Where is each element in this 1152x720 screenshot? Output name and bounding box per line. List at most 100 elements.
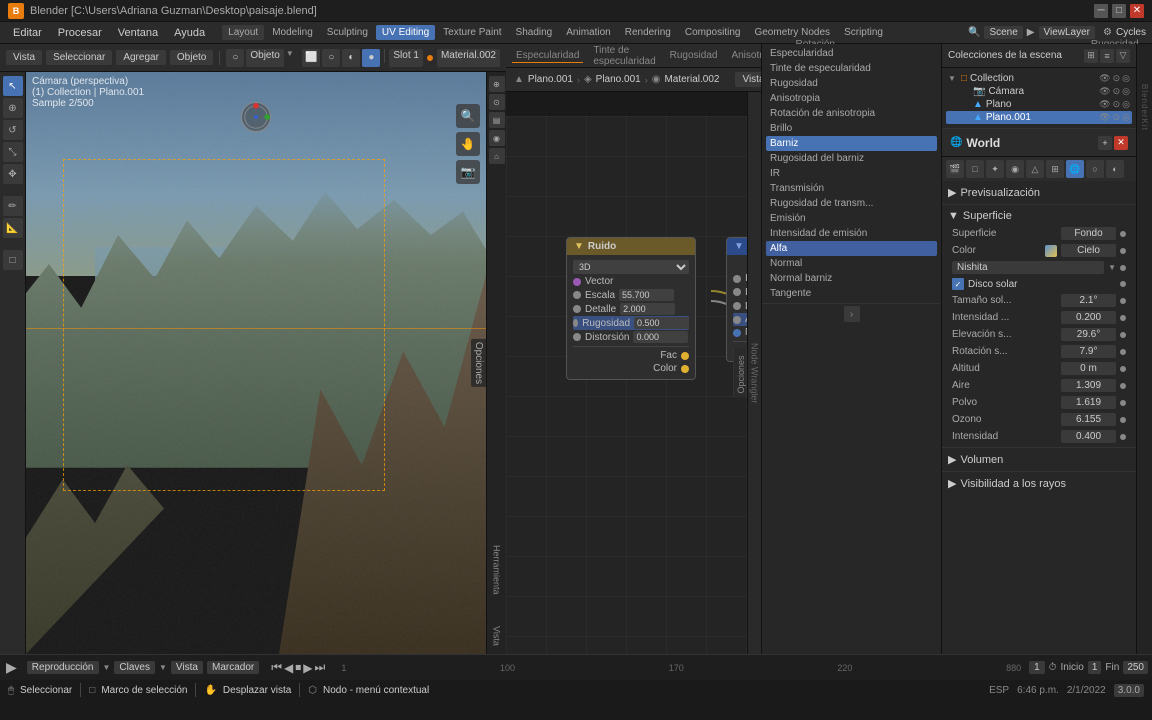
rt-tool-1[interactable]: ⊕ — [489, 76, 505, 92]
plano-vis-cursor[interactable]: ⊙ — [1113, 99, 1121, 110]
tool-add[interactable]: □ — [3, 250, 23, 270]
bc-mesh-icon[interactable]: ▲ — [514, 74, 524, 85]
tl-claves[interactable]: Claves — [114, 661, 155, 674]
menu-editar[interactable]: Editar — [6, 25, 49, 41]
mp-barniz-list-active[interactable]: Barniz — [766, 136, 937, 151]
tl-current-frame[interactable]: 1 — [1029, 661, 1045, 674]
mat-scroll-btn[interactable]: › — [844, 306, 860, 322]
plano-vis-render[interactable]: ◎ — [1122, 99, 1130, 110]
intensidad-dot[interactable] — [1120, 315, 1126, 321]
wn-renderlayer[interactable]: □ — [966, 160, 984, 178]
plano001-vis-cursor[interactable]: ⊙ — [1113, 112, 1121, 123]
tool-move[interactable]: ⊕ — [3, 98, 23, 118]
tamano-sol-dot[interactable] — [1120, 298, 1126, 304]
mp-alfa-list[interactable]: Alfa — [766, 241, 937, 256]
tab-sculpting[interactable]: Sculpting — [321, 25, 374, 40]
volumen-header[interactable]: ▶ Volumen — [948, 450, 1130, 469]
mp-especularidad[interactable]: Especularidad — [512, 49, 583, 63]
tl-start-value[interactable]: 1 — [1088, 661, 1102, 674]
ozono-value[interactable]: 6.155 — [1061, 413, 1116, 426]
options-panel-toggle[interactable]: Opciones — [471, 339, 486, 387]
color-dot[interactable] — [1120, 248, 1126, 254]
relieve-distancia-socket[interactable] — [733, 302, 741, 310]
superficie-prop-value[interactable]: Fondo — [1061, 227, 1116, 240]
zoom-out-button[interactable]: 🤚 — [456, 132, 480, 156]
wn-physics[interactable]: △ — [1026, 160, 1044, 178]
collections-filter[interactable]: ⊞ — [1084, 49, 1098, 63]
intensidad2-dot[interactable] — [1120, 434, 1126, 440]
tl-play-btn[interactable]: ▶ — [4, 659, 19, 676]
ruido-distorsion-socket[interactable] — [573, 333, 581, 341]
mp-normal-barniz-list[interactable]: Normal barniz — [766, 271, 937, 286]
wn-scene[interactable]: 🎬 — [946, 160, 964, 178]
viewport-object-menu[interactable]: Objeto — [170, 50, 213, 65]
collections-options[interactable]: ≡ — [1100, 49, 1114, 63]
tab-animation[interactable]: Animation — [560, 25, 616, 40]
tl-vista[interactable]: Vista — [171, 661, 203, 674]
tab-modeling[interactable]: Modeling — [266, 25, 319, 40]
ruido-escala-socket[interactable] — [573, 291, 581, 299]
visibilidad-header[interactable]: ▶ Visibilidad a los rayos — [948, 474, 1130, 493]
wn-constraints[interactable]: ⊞ — [1046, 160, 1064, 178]
bc-mat-icon2[interactable]: ◉ — [652, 74, 661, 85]
coll-vis-render[interactable]: ◎ — [1122, 73, 1130, 84]
tool-measure[interactable]: 📐 — [3, 218, 23, 238]
mp-intensidad-emision-list[interactable]: Intensidad de emisión — [766, 226, 937, 241]
mp-transmision-list[interactable]: Transmisión — [766, 181, 937, 196]
tl-ruler[interactable]: 1 100 170 220 880 — [337, 663, 1025, 673]
color-value[interactable]: Cielo — [1061, 244, 1116, 257]
slot-selector[interactable]: Slot 1 — [389, 49, 423, 67]
material-selector[interactable]: Material.002 — [437, 49, 500, 67]
cam-vis-cursor[interactable]: ⊙ — [1113, 86, 1121, 97]
world-new-btn[interactable]: + — [1098, 136, 1112, 150]
shading-wireframe[interactable]: ⬜ — [302, 49, 320, 67]
view-gizmo[interactable] — [241, 102, 271, 132]
plano-vis-eye[interactable]: 👁 — [1099, 99, 1110, 110]
altitud-dot[interactable] — [1120, 366, 1126, 372]
collections-funnel[interactable]: ▽ — [1116, 49, 1130, 63]
bc-material-icon[interactable]: ◈ — [584, 74, 592, 85]
world-delete-btn[interactable]: ✕ — [1114, 136, 1128, 150]
elevacion-dot[interactable] — [1120, 332, 1126, 338]
altitud-value[interactable]: 0 m — [1061, 362, 1116, 375]
mp-anisotropia-list[interactable]: Anisotropia — [766, 91, 937, 106]
intensidad2-value[interactable]: 0.400 — [1061, 430, 1116, 443]
tl-play-stop[interactable]: ⏹ — [295, 660, 301, 675]
tl-end-value[interactable]: 250 — [1123, 661, 1148, 674]
plano001-vis-eye[interactable]: 👁 — [1099, 112, 1110, 123]
relieve-normal-in-socket[interactable] — [733, 329, 741, 337]
aire-value[interactable]: 1.309 — [1061, 379, 1116, 392]
menu-ayuda[interactable]: Ayuda — [167, 25, 212, 41]
mp-especularidad-list[interactable]: Especularidad — [766, 46, 937, 61]
tl-marker[interactable]: Marcador — [207, 661, 259, 674]
shading-material[interactable]: ◐ — [342, 49, 360, 67]
tool-rotate[interactable]: ↺ — [3, 120, 23, 140]
ruido-fac-socket[interactable] — [681, 352, 689, 360]
mp-normal-list[interactable]: Normal — [766, 256, 937, 271]
tool-annotate[interactable]: ✏ — [3, 196, 23, 216]
close-button[interactable]: ✕ — [1130, 4, 1144, 18]
tool-scale[interactable]: ⤡ — [3, 142, 23, 162]
tl-prev-key[interactable]: ⏮ — [271, 660, 282, 675]
coll-vis-eye[interactable]: 👁 — [1099, 73, 1110, 84]
disco-solar-checkbox[interactable]: ✓ — [952, 278, 964, 290]
viewport-mode-select[interactable]: Objeto — [246, 49, 283, 67]
polvo-dot[interactable] — [1120, 400, 1126, 406]
tree-plano001[interactable]: ▲ Plano.001 👁 ⊙ ◎ — [946, 111, 1132, 124]
tool-cursor[interactable]: ↖ — [3, 76, 23, 96]
tl-reproduccion[interactable]: Reproducción — [27, 661, 99, 674]
elevacion-value[interactable]: 29.6° — [1061, 328, 1116, 341]
ozono-dot[interactable] — [1120, 417, 1126, 423]
node-ruido[interactable]: ▼ Ruido 3D Vector — [566, 237, 696, 380]
cam-vis-render[interactable]: ◎ — [1122, 86, 1130, 97]
tab-layout[interactable]: Layout — [222, 25, 264, 40]
tab-shading[interactable]: Shading — [510, 25, 559, 40]
ruido-rugosidad-input[interactable] — [634, 317, 689, 329]
mp-emision-list[interactable]: Emisión — [766, 211, 937, 226]
tl-prev-frame[interactable]: ◀ — [284, 661, 293, 675]
minimize-button[interactable]: ─ — [1094, 4, 1108, 18]
viewport-3d[interactable]: Cámara (perspectiva) (1) Collection | Pl… — [26, 72, 486, 654]
wn-particles[interactable]: ◉ — [1006, 160, 1024, 178]
superficie-dot[interactable] — [1120, 231, 1126, 237]
coll-vis-cursor[interactable]: ⊙ — [1113, 73, 1121, 84]
